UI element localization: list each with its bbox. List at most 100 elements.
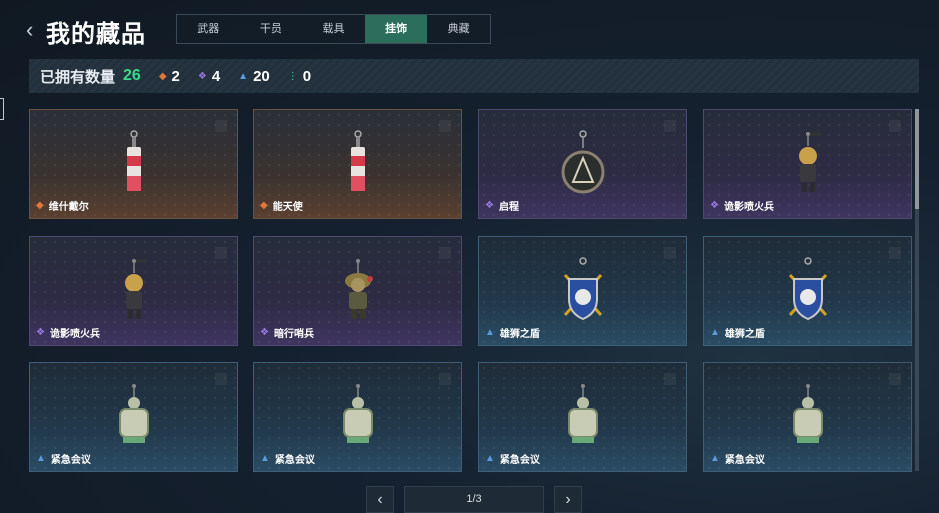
card-corner-decor [889, 373, 901, 385]
tab-weapons[interactable]: 武器 [177, 15, 240, 43]
item-name: 雄狮之盾 [499, 329, 540, 340]
purple-rarity-icon: ❖ [260, 326, 269, 338]
orange-count-value: 2 [171, 67, 180, 85]
item-card[interactable]: ▲ 雄狮之盾 [703, 236, 912, 346]
item-name: 紧急会议 [499, 455, 540, 466]
item-card[interactable]: ▲ 紧急会议 [703, 362, 912, 472]
card-corner-decor [439, 120, 451, 132]
purple-count-value: 4 [211, 67, 221, 85]
card-corner-decor [215, 120, 227, 132]
side-marker [0, 98, 4, 120]
medal-icon [561, 130, 604, 194]
item-grid: ◆ 维什戴尔 ◆ 能天使 ❖ 启程 ❖ 诡影喷火兵 ❖ 诡影喷火兵 ❖ 暗行哨兵… [29, 109, 915, 472]
card-name-row: ❖ 诡影喷火兵 [36, 325, 100, 340]
item-card[interactable]: ◆ 能天使 [253, 109, 462, 219]
card-name-row: ❖ 暗行哨兵 [260, 325, 314, 340]
card-corner-decor [439, 247, 451, 259]
pagination: ‹ 1/3 › [0, 486, 939, 513]
purple-rarity-icon: ❖ [710, 199, 719, 211]
item-name: 紧急会议 [50, 455, 91, 466]
green-rarity-icon: ⋮ [287, 70, 298, 82]
green-count: ⋮ 0 [288, 68, 311, 85]
card-name-row: ▲ 紧急会议 [260, 451, 315, 466]
item-card[interactable]: ▲ 紧急会议 [29, 362, 238, 472]
card-name-row: ❖ 诡影喷火兵 [710, 198, 774, 213]
flamethrower-soldier-icon [124, 259, 147, 319]
orange-rarity-icon: ◆ [260, 199, 268, 211]
item-name: 能天使 [272, 202, 303, 213]
meeting-charm-icon [792, 384, 823, 443]
item-card[interactable]: ▲ 雄狮之盾 [478, 236, 687, 346]
lion-shield-icon [788, 257, 827, 321]
item-card[interactable]: ◆ 维什戴尔 [29, 109, 238, 219]
card-name-row: ▲ 紧急会议 [485, 451, 540, 466]
card-name-row: ◆ 维什戴尔 [36, 198, 89, 213]
item-card[interactable]: ❖ 诡影喷火兵 [703, 109, 912, 219]
tab-operators[interactable]: 干员 [240, 15, 303, 43]
orange-rarity-icon: ◆ [158, 70, 167, 82]
owned-count-label: 已拥有数量 [40, 68, 116, 86]
tab-collection[interactable]: 典藏 [427, 15, 490, 43]
item-name: 紧急会议 [274, 455, 315, 466]
orange-count: ◆ 2 [159, 68, 180, 85]
card-corner-decor [889, 247, 901, 259]
card-corner-decor [664, 120, 676, 132]
blue-rarity-icon: ▲ [485, 326, 495, 338]
lighter-icon [350, 130, 365, 191]
item-card[interactable]: ❖ 诡影喷火兵 [29, 236, 238, 346]
meeting-charm-icon [567, 384, 598, 443]
chevron-left-icon: ‹ [26, 17, 34, 42]
page-indicator: 1/3 [404, 486, 544, 513]
item-name: 诡影喷火兵 [723, 202, 774, 213]
purple-rarity-icon: ❖ [197, 70, 207, 82]
tab-vehicles[interactable]: 载具 [302, 15, 365, 43]
blue-rarity-icon: ▲ [485, 452, 495, 464]
green-count-value: 0 [302, 67, 312, 85]
card-name-row: ❖ 启程 [485, 198, 519, 213]
item-name: 雄狮之盾 [724, 329, 765, 340]
item-name: 诡影喷火兵 [49, 329, 100, 340]
owned-count-bar: 已拥有数量 26 ◆ 2 ❖ 4 ▲ 20 ⋮ 0 [29, 59, 919, 93]
chevron-left-icon: ‹ [377, 491, 383, 508]
blue-rarity-icon: ▲ [260, 452, 270, 464]
card-corner-decor [889, 120, 901, 132]
card-name-row: ▲ 雄狮之盾 [485, 325, 540, 340]
blue-rarity-icon: ▲ [710, 326, 720, 338]
lighter-icon [126, 130, 141, 191]
item-name: 启程 [498, 202, 519, 213]
item-card[interactable]: ▲ 紧急会议 [478, 362, 687, 472]
card-corner-decor [664, 247, 676, 259]
prev-page-button[interactable]: ‹ [366, 486, 394, 513]
header: ‹ 我的藏品 武器 干员 载具 挂饰 典藏 [0, 0, 939, 60]
item-card[interactable]: ❖ 暗行哨兵 [253, 236, 462, 346]
meeting-charm-icon [342, 384, 373, 443]
item-card[interactable]: ❖ 启程 [478, 109, 687, 219]
purple-rarity-icon: ❖ [485, 199, 494, 211]
grid-scrollbar[interactable] [915, 109, 919, 471]
back-button[interactable]: ‹ [26, 18, 42, 42]
purple-count: ❖ 4 [198, 68, 220, 85]
card-corner-decor [664, 373, 676, 385]
item-name: 维什戴尔 [48, 202, 89, 213]
item-card[interactable]: ▲ 紧急会议 [253, 362, 462, 472]
scrollbar-thumb[interactable] [915, 109, 919, 209]
orange-rarity-icon: ◆ [36, 199, 44, 211]
meeting-charm-icon [118, 384, 149, 443]
item-name: 暗行哨兵 [273, 329, 314, 340]
flamethrower-soldier-icon [798, 132, 821, 192]
purple-rarity-icon: ❖ [36, 326, 45, 338]
card-name-row: ▲ 紧急会议 [710, 451, 765, 466]
lion-shield-icon [563, 257, 602, 321]
card-corner-decor [439, 373, 451, 385]
card-name-row: ▲ 紧急会议 [36, 451, 91, 466]
tab-charms[interactable]: 挂饰 [364, 15, 428, 43]
page-title: 我的藏品 [46, 21, 146, 48]
card-name-row: ◆ 能天使 [260, 198, 303, 213]
blue-rarity-icon: ▲ [238, 70, 249, 82]
card-corner-decor [215, 247, 227, 259]
item-name: 紧急会议 [724, 455, 765, 466]
next-page-button[interactable]: › [554, 486, 582, 513]
card-name-row: ▲ 雄狮之盾 [710, 325, 765, 340]
chevron-right-icon: › [565, 491, 571, 508]
blue-rarity-icon: ▲ [710, 452, 720, 464]
